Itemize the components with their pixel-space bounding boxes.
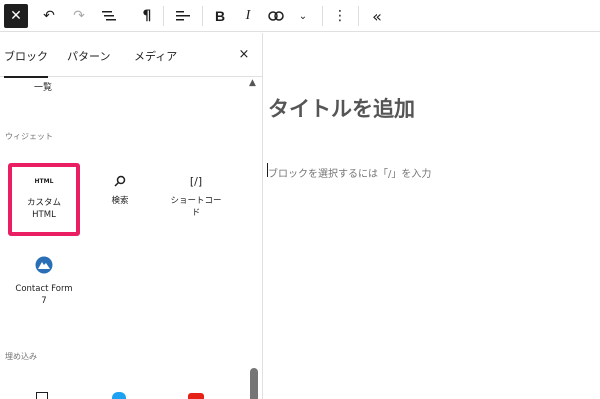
- tab-patterns[interactable]: パターン: [67, 48, 110, 64]
- toolbar-divider: [163, 6, 164, 26]
- youtube-icon[interactable]: [188, 393, 204, 399]
- italic-button[interactable]: I: [238, 4, 258, 28]
- block-placeholder[interactable]: ブロックを選択するには「/」を入力: [268, 165, 431, 180]
- chevron-down-icon[interactable]: ⌄: [294, 4, 312, 28]
- twitter-icon[interactable]: [112, 392, 126, 399]
- scroll-up-icon[interactable]: ▲: [249, 78, 256, 88]
- scrollbar[interactable]: [250, 368, 258, 399]
- widgets-section-title: ウィジェット: [5, 132, 53, 141]
- close-icon[interactable]: ✕: [4, 4, 28, 28]
- inserter-tabs: ブロック パターン メディア ×: [0, 33, 262, 78]
- contact-form-icon: [35, 255, 53, 275]
- block-label[interactable]: 一覧: [34, 80, 52, 93]
- block-label: ショートコー ド: [170, 196, 222, 218]
- block-search[interactable]: 検索: [84, 171, 156, 207]
- block-shortcode[interactable]: [/] ショートコー ド: [160, 171, 232, 219]
- bold-button[interactable]: B: [210, 4, 230, 28]
- shortcode-icon: [/]: [189, 174, 203, 188]
- paragraph-icon[interactable]: ¶: [136, 4, 158, 28]
- block-inserter-panel: ブロック パターン メディア × 一覧 ▲ ウィジェット HTML カスタム H…: [0, 33, 263, 399]
- toolbar-divider: [358, 6, 359, 26]
- close-icon[interactable]: ×: [235, 45, 253, 63]
- search-icon: [114, 171, 126, 191]
- post-title-input[interactable]: タイトルを追加: [268, 93, 415, 123]
- toolbar-divider: [202, 6, 203, 26]
- embeds-section-title: 埋め込み: [5, 352, 37, 361]
- link-icon[interactable]: [265, 4, 287, 28]
- chevron-double-left-icon[interactable]: «: [367, 4, 387, 28]
- redo-icon[interactable]: ↷: [68, 4, 90, 28]
- align-icon[interactable]: [172, 4, 194, 28]
- highlight-box: [8, 163, 80, 236]
- embed-icon[interactable]: [36, 392, 48, 399]
- block-label: 検索: [111, 196, 129, 206]
- block-label: Contact Form 7: [15, 284, 73, 306]
- editor-toolbar: ✕ ↶ ↷ ¶ B I ⌄ ⋮ «: [0, 0, 600, 32]
- undo-icon[interactable]: ↶: [38, 4, 60, 28]
- tab-blocks[interactable]: ブロック: [4, 48, 48, 78]
- block-contact-form-7[interactable]: Contact Form 7: [8, 255, 80, 307]
- toolbar-divider: [322, 6, 323, 26]
- editor-canvas: タイトルを追加 ブロックを選択するには「/」を入力: [264, 33, 600, 399]
- tab-media[interactable]: メディア: [134, 48, 177, 64]
- list-view-icon[interactable]: [98, 4, 120, 28]
- more-vertical-icon[interactable]: ⋮: [330, 4, 350, 28]
